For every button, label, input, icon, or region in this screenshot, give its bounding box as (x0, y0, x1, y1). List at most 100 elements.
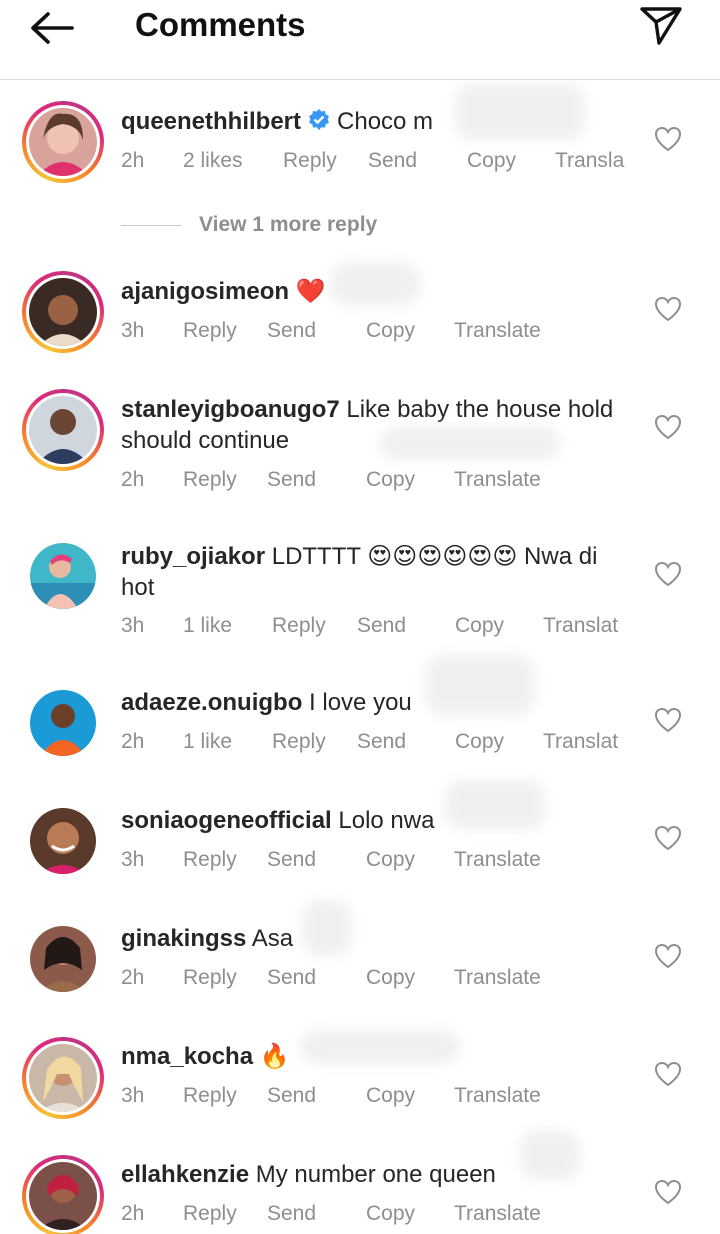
comment-time: 3h (121, 614, 145, 637)
translate-button[interactable]: Translat (543, 729, 618, 755)
translate-button[interactable]: Translate (454, 1201, 541, 1227)
avatar[interactable] (30, 926, 96, 992)
copy-button[interactable]: Copy (366, 467, 415, 493)
copy-button[interactable]: Copy (366, 1083, 415, 1109)
comment-body: 🔥 (259, 1043, 290, 1070)
view-more-replies[interactable]: View 1 more reply (121, 210, 377, 240)
avatar[interactable] (30, 543, 96, 609)
translate-button[interactable]: Translat (543, 613, 618, 639)
comment-username[interactable]: ellahkenzie (121, 1161, 249, 1188)
copy-button[interactable]: Copy (467, 148, 516, 174)
comment-text: ginakingss Asa (121, 923, 621, 954)
share-button[interactable] (636, 2, 686, 48)
comment-time: 3h (121, 319, 145, 342)
smudge (302, 900, 352, 956)
comment-username[interactable]: soniaogeneofficial (121, 807, 332, 834)
comment-time: 3h (121, 1084, 145, 1107)
send-button[interactable]: Send (267, 467, 316, 493)
send-button[interactable]: Send (267, 965, 316, 991)
comment-username[interactable]: nma_kocha (121, 1043, 253, 1070)
avatar[interactable] (30, 690, 96, 756)
avatar[interactable] (30, 808, 96, 874)
comment-time: 2h (121, 730, 145, 753)
comment-time: 3h (121, 848, 145, 871)
comment-username[interactable]: ruby_ojiakor (121, 543, 265, 570)
arrow-left-icon (31, 12, 74, 44)
heart-icon[interactable] (654, 943, 682, 969)
heart-icon[interactable] (654, 414, 682, 440)
smudge (330, 262, 420, 306)
reply-button[interactable]: Reply (183, 467, 237, 493)
send-button[interactable]: Send (267, 1201, 316, 1227)
smudge (380, 426, 560, 460)
copy-button[interactable]: Copy (366, 1201, 415, 1227)
likes-count[interactable]: 1 like (183, 729, 232, 755)
likes-count[interactable]: 1 like (183, 613, 232, 639)
comment-body: ❤️ (295, 278, 326, 305)
comment-time: 2h (121, 149, 145, 172)
heart-icon[interactable] (654, 296, 682, 322)
comment-body: My number one queen (255, 1161, 496, 1188)
comment-text: adaeze.onuigbo I love you (121, 687, 621, 718)
copy-button[interactable]: Copy (366, 847, 415, 873)
comment-time: 2h (121, 468, 145, 491)
send-button[interactable]: Send (357, 729, 406, 755)
send-button[interactable]: Send (368, 148, 417, 174)
send-button[interactable]: Send (357, 613, 406, 639)
send-button[interactable]: Send (267, 1083, 316, 1109)
reply-button[interactable]: Reply (272, 613, 326, 639)
comment-username[interactable]: queenethhilbert (121, 108, 301, 135)
translate-button[interactable]: Translate (454, 318, 541, 344)
heart-icon[interactable] (654, 1061, 682, 1087)
comment-time: 2h (121, 1202, 145, 1225)
avatar[interactable] (22, 271, 104, 353)
reply-button[interactable]: Reply (183, 1201, 237, 1227)
copy-button[interactable]: Copy (366, 965, 415, 991)
comment-body: I love you (309, 689, 412, 716)
comment-username[interactable]: adaeze.onuigbo (121, 689, 302, 716)
heart-icon[interactable] (654, 126, 682, 152)
likes-count[interactable]: 2 likes (183, 148, 243, 174)
comment-username[interactable]: stanleyigboanugo7 (121, 396, 340, 423)
translate-button[interactable]: Translate (454, 847, 541, 873)
translate-button[interactable]: Transla (555, 148, 624, 174)
copy-button[interactable]: Copy (455, 613, 504, 639)
page-title: Comments (135, 6, 306, 43)
translate-button[interactable]: Translate (454, 1083, 541, 1109)
heart-icon[interactable] (654, 825, 682, 851)
comment-body: Asa (251, 925, 294, 952)
header-bar: Comments (0, 0, 720, 80)
avatar[interactable] (22, 1155, 104, 1234)
smudge (300, 1030, 460, 1064)
reply-button[interactable]: Reply (183, 318, 237, 344)
comment-body: Choco m (337, 108, 434, 135)
comment-time: 2h (121, 966, 145, 989)
translate-button[interactable]: Translate (454, 965, 541, 991)
translate-button[interactable]: Translate (454, 467, 541, 493)
comment-body: Lolo nwa (338, 807, 435, 834)
copy-button[interactable]: Copy (455, 729, 504, 755)
paper-plane-icon (640, 7, 682, 45)
reply-button[interactable]: Reply (183, 965, 237, 991)
smudge (425, 655, 535, 715)
send-button[interactable]: Send (267, 847, 316, 873)
avatar[interactable] (22, 389, 104, 471)
avatar[interactable] (22, 101, 104, 183)
divider-line (121, 224, 181, 226)
reply-button[interactable]: Reply (183, 847, 237, 873)
send-button[interactable]: Send (267, 318, 316, 344)
smudge (455, 84, 585, 140)
copy-button[interactable]: Copy (366, 318, 415, 344)
smudge (445, 780, 545, 830)
reply-button[interactable]: Reply (272, 729, 326, 755)
comment-username[interactable]: ginakingss (121, 925, 246, 952)
smudge (520, 1130, 580, 1180)
reply-button[interactable]: Reply (283, 148, 337, 174)
comment-username[interactable]: ajanigosimeon (121, 278, 289, 305)
back-button[interactable] (28, 6, 80, 50)
heart-icon[interactable] (654, 1179, 682, 1205)
heart-icon[interactable] (654, 561, 682, 587)
reply-button[interactable]: Reply (183, 1083, 237, 1109)
heart-icon[interactable] (654, 707, 682, 733)
avatar[interactable] (22, 1037, 104, 1119)
